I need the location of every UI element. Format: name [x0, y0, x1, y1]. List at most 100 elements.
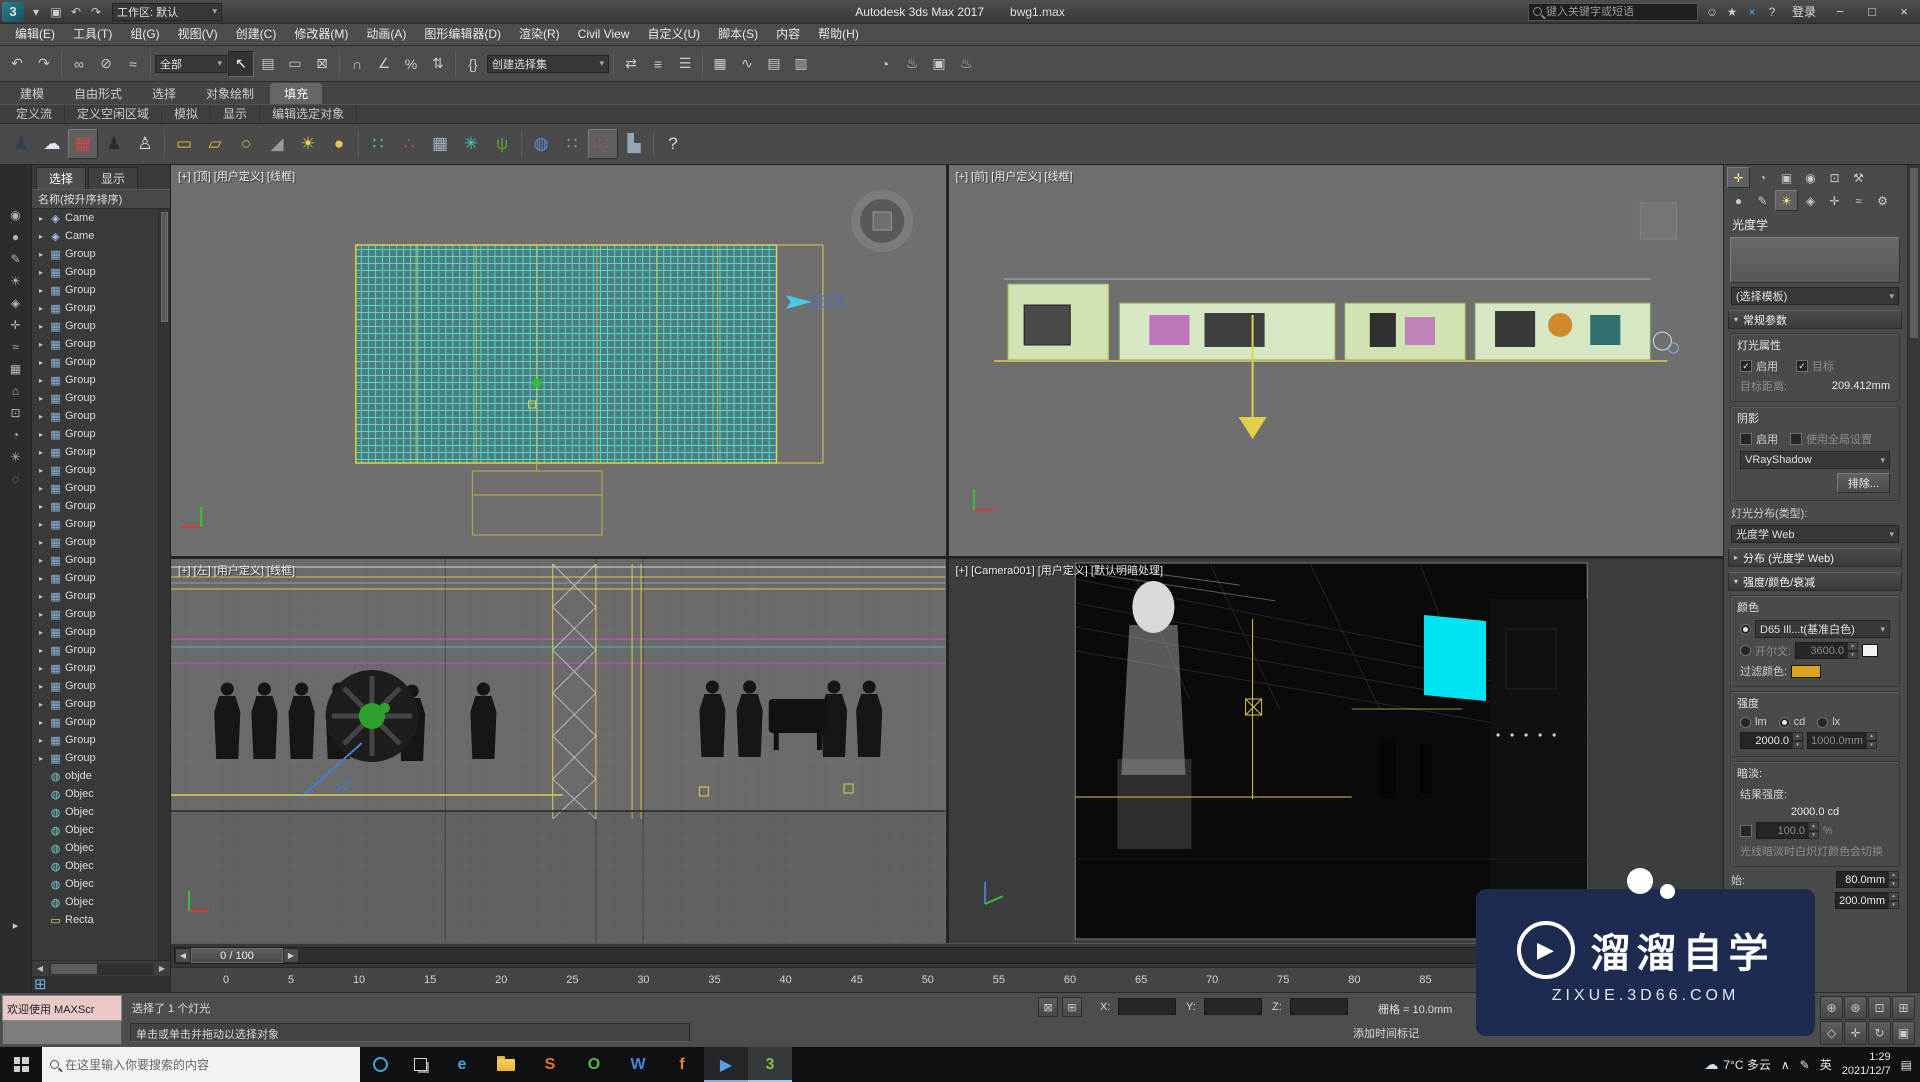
expand-icon[interactable]: ▸ — [36, 466, 46, 475]
frame-tick[interactable]: 5 — [288, 974, 294, 986]
pan-icon[interactable]: ✛ — [1844, 1021, 1867, 1045]
isolate-grid-icon[interactable]: ⊞ — [34, 975, 47, 993]
lights-category-icon[interactable]: ☀ — [1775, 190, 1798, 211]
explorer-row[interactable]: ▸ ▦ Group — [32, 713, 170, 731]
explorer-row[interactable]: ▸ ▦ Group — [32, 695, 170, 713]
weather-widget[interactable]: ☁ 7°C 多云 — [1704, 1056, 1770, 1073]
browser-360-icon[interactable]: O — [572, 1047, 616, 1082]
maxscript-listener-output[interactable] — [2, 1021, 122, 1045]
expand-icon[interactable]: ▸ — [36, 358, 46, 367]
viewport-left[interactable]: [+] [左] [用户定义] [线框] — [171, 559, 946, 943]
display-tab-icon[interactable]: ⊡ — [1823, 167, 1846, 188]
selection-lock-icon[interactable]: ⊠ — [1038, 997, 1058, 1017]
viewport-front-canvas[interactable] — [949, 165, 1724, 556]
lattice-icon[interactable]: ▦ — [425, 129, 455, 159]
select-by-name-icon[interactable]: ▤ — [255, 51, 281, 77]
z-coordinate-field[interactable] — [1290, 998, 1348, 1015]
menu-animation[interactable]: 动画(A) — [357, 24, 415, 45]
explorer-row[interactable]: ◍ Objec — [32, 821, 170, 839]
explorer-row[interactable]: ▸ ▦ Group — [32, 569, 170, 587]
subtab-define-idle[interactable]: 定义空闲区域 — [65, 105, 162, 123]
task-view-button[interactable] — [400, 1047, 440, 1082]
subtab-display[interactable]: 显示 — [211, 105, 260, 123]
bind-spacewarp-icon[interactable]: ≈ — [120, 51, 146, 77]
spinner-up-icon[interactable]: ▴ — [1866, 732, 1877, 741]
spinner-up-icon[interactable]: ▴ — [1808, 822, 1819, 831]
dots-grid-icon[interactable]: ∷ — [363, 129, 393, 159]
redo-icon[interactable]: ↷ — [31, 51, 57, 77]
explorer-expand-icon[interactable]: ▸ — [13, 919, 19, 932]
viewport-camera[interactable]: [+] [Camera001] [用户定义] [默认明暗处理] — [949, 559, 1724, 943]
region-shape-icon[interactable]: ▭ — [282, 51, 308, 77]
menu-help[interactable]: 帮助(H) — [809, 24, 868, 45]
menu-civil-view[interactable]: Civil View — [569, 24, 639, 45]
explorer-row[interactable]: ▸ ▦ Group — [32, 299, 170, 317]
expand-icon[interactable]: ▸ — [36, 430, 46, 439]
display-containers-icon[interactable]: ⊡ — [6, 403, 26, 422]
menu-scripting[interactable]: 脚本(S) — [709, 24, 767, 45]
window-crossing-icon[interactable]: ⊠ — [309, 51, 335, 77]
zoom-all-icon[interactable]: ⊛ — [1844, 996, 1867, 1020]
explorer-row[interactable]: ▸ ◈ Came — [32, 227, 170, 245]
selection-filter[interactable]: 全部▾ — [155, 55, 227, 73]
menu-edit[interactable]: 编辑(E) — [6, 24, 64, 45]
explorer-row[interactable]: ▸ ▦ Group — [32, 623, 170, 641]
expand-icon[interactable]: ▸ — [36, 214, 46, 223]
explorer-row[interactable]: ▸ ▦ Group — [32, 335, 170, 353]
display-frozen-icon[interactable]: ✳ — [6, 447, 26, 466]
utilities-tab-icon[interactable]: ⚒ — [1847, 167, 1870, 188]
sogou-icon[interactable]: S — [528, 1047, 572, 1082]
minimize-button[interactable]: − — [1826, 1, 1854, 23]
material-editor-icon[interactable]: ◔ — [872, 51, 898, 77]
mirror-icon[interactable]: ⇄ — [618, 51, 644, 77]
help-icon[interactable]: ? — [1762, 2, 1782, 22]
sun-icon[interactable]: ☀ — [293, 129, 323, 159]
select-object-icon[interactable]: ↖ — [228, 51, 254, 77]
create-tab-icon[interactable]: ✛ — [1727, 167, 1750, 188]
display-all-icon[interactable]: ◉ — [6, 205, 26, 224]
maxscript-mini-listener[interactable]: 欢迎使用 MAXScr — [2, 995, 122, 1021]
frame-tick[interactable]: 75 — [1277, 974, 1289, 986]
max-logo-icon[interactable]: 3 — [2, 2, 24, 22]
explorer-row[interactable]: ▸ ▦ Group — [32, 497, 170, 515]
explorer-row[interactable]: ▸ ▦ Group — [32, 587, 170, 605]
next-frame-button[interactable]: ▶ — [283, 948, 299, 963]
grass-icon[interactable]: ψ — [487, 129, 517, 159]
planet-icon[interactable]: ◍ — [526, 129, 556, 159]
frame-tick[interactable]: 40 — [780, 974, 792, 986]
command-panel-scrollbar[interactable] — [1907, 165, 1920, 992]
workspace-selector[interactable]: 工作区: 默认▾ — [112, 3, 222, 21]
flower-icon[interactable]: ✳ — [456, 129, 486, 159]
explorer-row[interactable]: ◍ Objec — [32, 875, 170, 893]
viewport-top-canvas[interactable] — [171, 165, 946, 556]
rollout-general-parameters[interactable]: ▾ 常规参数 — [1728, 310, 1902, 329]
viewport-top-label[interactable]: [+] [顶] [用户定义] [线框] — [178, 168, 295, 184]
expand-icon[interactable]: ▸ — [36, 232, 46, 241]
frame-tick[interactable]: 30 — [637, 974, 649, 986]
expand-icon[interactable]: ▸ — [36, 646, 46, 655]
frame-tick[interactable]: 20 — [495, 974, 507, 986]
hierarchy-tab-icon[interactable]: ▣ — [1775, 167, 1798, 188]
ime-indicator[interactable]: 英 — [1820, 1056, 1832, 1073]
expand-icon[interactable]: ▸ — [36, 538, 46, 547]
menu-group[interactable]: 组(G) — [121, 24, 168, 45]
geometry-category-icon[interactable]: ● — [1727, 190, 1750, 211]
subtab-edit-selected[interactable]: 编辑选定对象 — [260, 105, 357, 123]
explorer-row[interactable]: ▸ ▦ Group — [32, 263, 170, 281]
undo-icon[interactable]: ↶ — [4, 51, 30, 77]
expand-icon[interactable]: ▸ — [36, 502, 46, 511]
person-icon[interactable]: ♙ — [130, 129, 160, 159]
notification-icon[interactable]: ▤ — [1901, 1058, 1912, 1072]
zoom-extents-all-icon[interactable]: ⊞ — [1892, 996, 1915, 1020]
pen-icon[interactable]: ✎ — [1800, 1058, 1810, 1072]
expand-icon[interactable]: ▸ — [36, 700, 46, 709]
firefox-icon[interactable]: f — [660, 1047, 704, 1082]
expand-icon[interactable]: ▸ — [36, 340, 46, 349]
kelvin-color-swatch[interactable] — [1862, 644, 1878, 657]
preset-color-radio[interactable] — [1740, 624, 1751, 635]
red-dots-icon[interactable]: ∷ — [588, 129, 618, 159]
explorer-row[interactable]: ▸ ▦ Group — [32, 281, 170, 299]
max-taskbar-icon[interactable]: 3 — [748, 1047, 792, 1082]
explorer-row[interactable]: ▸ ▦ Group — [32, 749, 170, 767]
lx-radio[interactable] — [1817, 717, 1828, 728]
